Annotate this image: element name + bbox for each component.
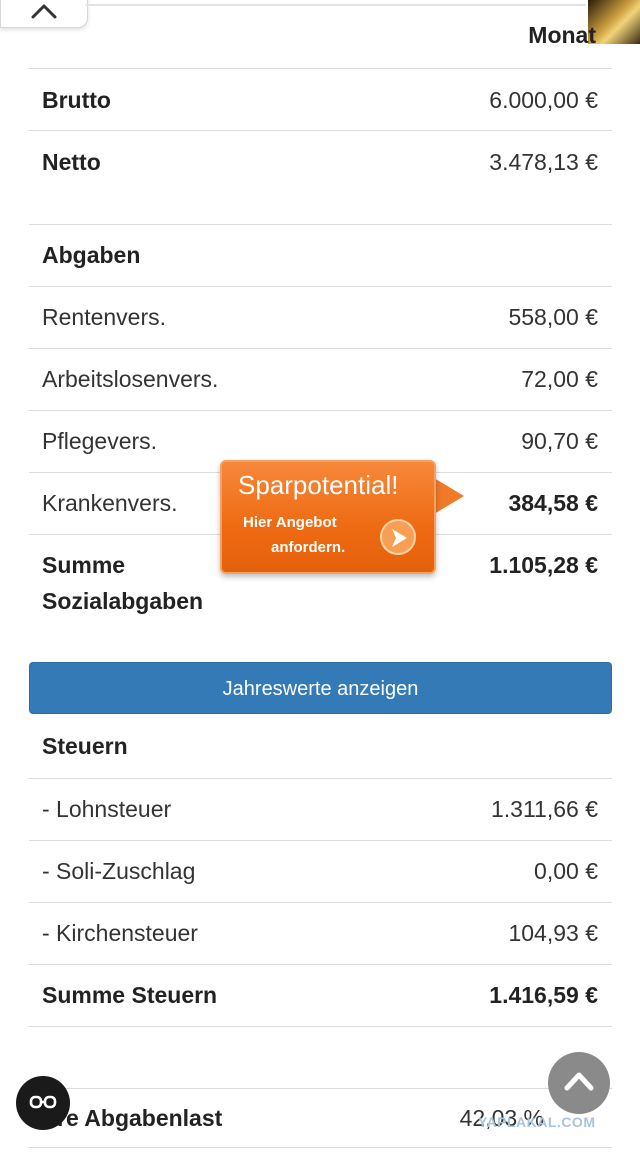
row-label: Brutto xyxy=(42,87,111,113)
row-value: 0,00 € xyxy=(534,858,598,884)
spacer-row xyxy=(29,1026,612,1089)
promo-pointer xyxy=(434,478,464,514)
collapse-button[interactable] xyxy=(0,0,88,28)
row-label: Krankenvers. xyxy=(42,490,178,516)
row-value: 104,93 € xyxy=(508,920,598,946)
section-header-abgaben: Abgaben xyxy=(29,224,612,287)
scroll-to-top-button[interactable] xyxy=(548,1052,610,1114)
row-label: - Soli-Zuschlag xyxy=(42,858,196,884)
row-soli-zuschlag: - Soli-Zuschlag 0,00 € xyxy=(29,840,612,903)
chevron-up-icon xyxy=(564,1072,594,1091)
row-value: 72,00 € xyxy=(521,366,598,392)
row-kirchensteuer: - Kirchensteuer 104,93 € xyxy=(29,902,612,965)
row-label: Rentenvers. xyxy=(42,304,167,330)
row-netto: Netto 3.478,13 € xyxy=(29,130,612,225)
row-label: Sozialabgaben xyxy=(42,588,204,614)
row-value: 558,00 € xyxy=(508,304,598,330)
row-value: 1.416,59 € xyxy=(489,982,598,1008)
divider xyxy=(86,4,586,6)
promo-line1: Hier Angebot xyxy=(243,514,337,531)
row-value: 1.105,28 € xyxy=(489,552,598,578)
glasses-icon xyxy=(29,1095,57,1109)
row-label: Summe xyxy=(42,552,126,578)
row-label: Netto xyxy=(42,149,101,175)
row-label: Arbeitslosenvers. xyxy=(42,366,219,392)
row-label: - Lohnsteuer xyxy=(42,796,172,822)
row-value: 1.311,66 € xyxy=(490,796,598,822)
arrow-right-icon xyxy=(392,529,407,547)
promo-line2: anfordern. xyxy=(271,539,346,556)
row-label: - Kirchensteuer xyxy=(42,920,198,946)
row-arbeitslosenvers: Arbeitslosenvers. 72,00 € xyxy=(29,348,612,411)
column-header-monat: Monat xyxy=(528,22,596,48)
reader-mode-button[interactable] xyxy=(16,1076,70,1130)
section-header-steuern: Steuern xyxy=(29,716,612,778)
row-label: re Abgabenlast xyxy=(57,1105,223,1131)
section-title: Abgaben xyxy=(42,242,141,268)
row-brutto: Brutto 6.000,00 € xyxy=(29,68,612,131)
section-title: Steuern xyxy=(42,733,128,759)
promo-title: Sparpotential! xyxy=(238,470,399,500)
row-value: 90,70 € xyxy=(521,428,598,454)
watermark: YAPLAKAL.COM xyxy=(478,1114,596,1130)
row-label: Pflegevers. xyxy=(42,428,158,454)
row-value: 384,58 € xyxy=(508,490,598,516)
promo-go-button[interactable] xyxy=(380,519,416,555)
row-lohnsteuer: - Lohnsteuer 1.311,66 € xyxy=(29,778,612,841)
row-label: Summe Steuern xyxy=(42,982,218,1008)
row-value: 6.000,00 € xyxy=(489,87,598,113)
row-summe-steuern: Summe Steuern 1.416,59 € xyxy=(29,964,612,1027)
row-rentenvers: Rentenvers. 558,00 € xyxy=(29,286,612,349)
show-yearly-values-button[interactable]: Jahreswerte anzeigen xyxy=(29,662,612,714)
row-value: 3.478,13 € xyxy=(489,149,598,175)
chevron-up-icon xyxy=(31,4,57,19)
